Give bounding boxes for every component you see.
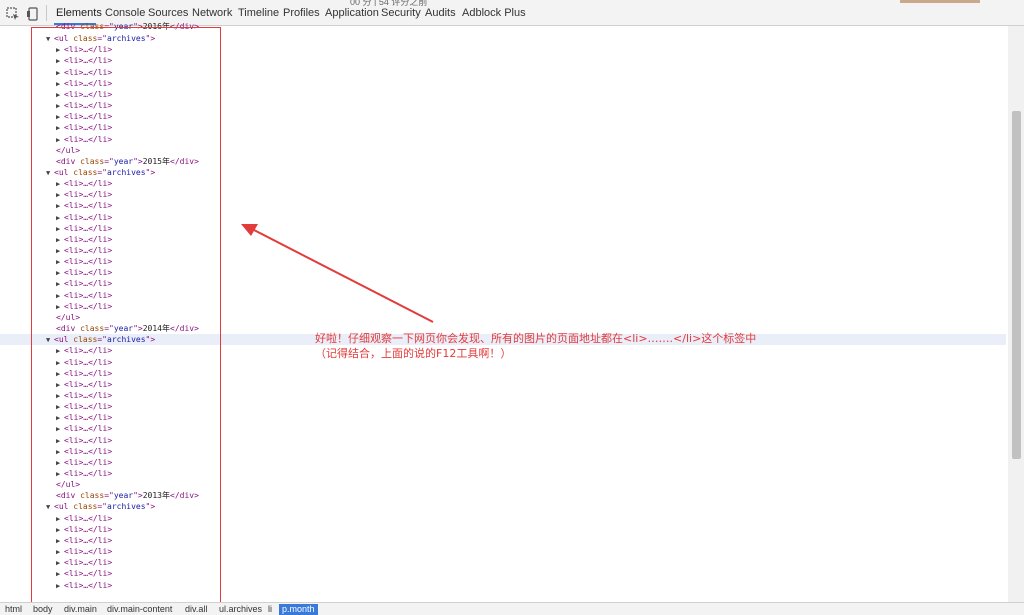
scrollbar-thumb[interactable] [1012, 111, 1021, 459]
annotation-text: 好啦！仔细观察一下网页你会发现、所有的图片的页面地址都在<li>…….</li>… [315, 331, 756, 361]
crumb-html[interactable]: html [2, 604, 25, 615]
annotation-line-1: 好啦！仔细观察一下网页你会发现、所有的图片的页面地址都在<li>…….</li>… [315, 332, 757, 345]
crumb-p-month[interactable]: p.month [279, 604, 318, 615]
breadcrumb: html body div.main div.main-content div.… [0, 602, 1024, 615]
crumb-div-main-content[interactable]: div.main-content [104, 604, 175, 615]
crumb-div-main[interactable]: div.main [61, 604, 100, 615]
crumb-li[interactable]: li [265, 604, 275, 615]
annotation-arrow [241, 224, 434, 323]
crumb-ul-archives[interactable]: ul.archives [216, 604, 265, 615]
annotation-line-2: （记得结合，上面的说的F12工具啊！） [315, 347, 512, 360]
crumb-div-all[interactable]: div.all [182, 604, 210, 615]
crumb-body[interactable]: body [30, 604, 56, 615]
